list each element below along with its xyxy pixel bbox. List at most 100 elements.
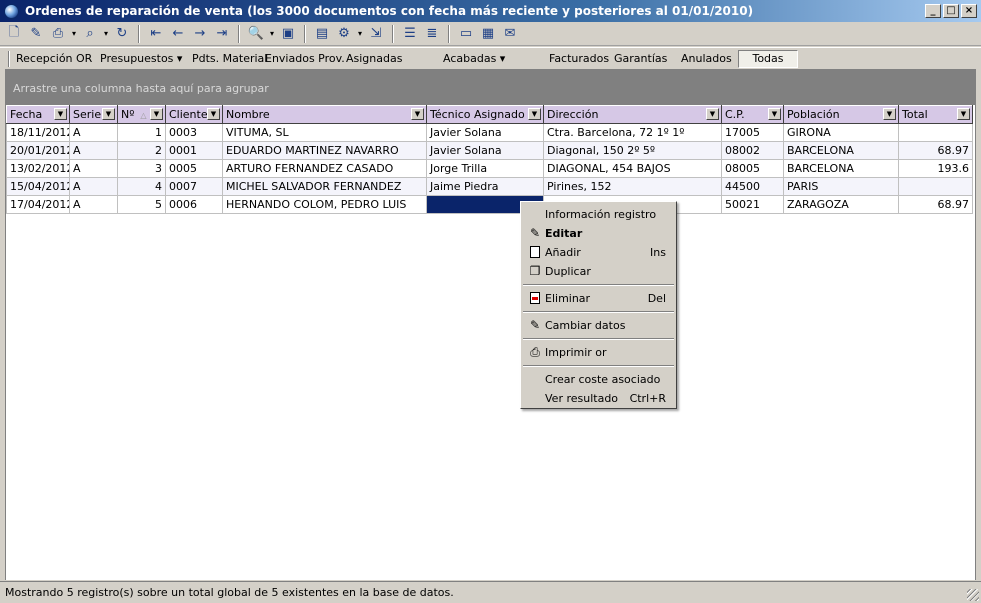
filter-garantias[interactable]: Garantías <box>614 51 667 67</box>
edit-icon[interactable]: ✎ <box>26 24 46 44</box>
cell-nombre[interactable]: MICHEL SALVADOR FERNANDEZ <box>222 177 427 196</box>
cell-cliente[interactable]: 0007 <box>165 177 223 196</box>
cell-poblacion[interactable]: BARCELONA <box>783 159 899 178</box>
menu-item-informacion-registro[interactable]: Información registro <box>523 205 674 224</box>
window-icon[interactable]: ▭ <box>456 24 476 44</box>
table-row[interactable]: 18/11/2012 A 1 0003 VITUMA, SL Javier So… <box>6 123 973 142</box>
filter-dropdown-icon[interactable]: ▼ <box>706 108 719 120</box>
cell-direccion[interactable]: Ctra. Barcelona, 72 1º 1º <box>543 123 722 142</box>
new-document-icon[interactable]: 🗋 <box>4 24 24 44</box>
cell-tecnico[interactable]: Javier Solana <box>426 141 544 160</box>
cell-cp[interactable]: 50021 <box>721 195 784 214</box>
column-header-nombre[interactable]: Nombre ▼ <box>222 105 427 124</box>
filter-anulados[interactable]: Anulados <box>681 51 732 67</box>
cell-total[interactable]: 68.97 <box>898 141 973 160</box>
close-button[interactable]: × <box>961 4 977 18</box>
cell-direccion[interactable]: Pirines, 152 <box>543 177 722 196</box>
cell-poblacion[interactable]: BARCELONA <box>783 141 899 160</box>
filter-pdts-material[interactable]: Pdts. Material <box>192 51 267 67</box>
cell-numero[interactable]: 3 <box>117 159 166 178</box>
menu-item-cambiar-datos[interactable]: ✎ Cambiar datos <box>523 316 674 335</box>
cell-poblacion[interactable]: GIRONA <box>783 123 899 142</box>
filter-dropdown-icon[interactable]: ▼ <box>207 108 220 120</box>
filter-recepcion-or[interactable]: Recepción OR <box>16 51 92 67</box>
filter-dropdown-icon[interactable]: ▼ <box>768 108 781 120</box>
cell-poblacion[interactable]: ZARAGOZA <box>783 195 899 214</box>
cell-tecnico[interactable]: Jorge Trilla <box>426 159 544 178</box>
filter-acabadas[interactable]: Acabadas ▾ <box>443 51 505 67</box>
menu-item-imprimir-or[interactable]: ⎙ Imprimir or <box>523 343 674 362</box>
cell-cp[interactable]: 08002 <box>721 141 784 160</box>
table-row[interactable]: 17/04/2012 A 5 0006 HERNANDO COLOM, PEDR… <box>6 195 973 214</box>
cell-cliente[interactable]: 0001 <box>165 141 223 160</box>
export-icon[interactable]: ▣ <box>278 24 298 44</box>
cell-fecha[interactable]: 17/04/2012 <box>6 195 70 214</box>
first-record-icon[interactable]: ⇤ <box>146 24 166 44</box>
column-header-cp[interactable]: C.P. ▼ <box>721 105 784 124</box>
cell-serie[interactable]: A <box>69 195 118 214</box>
group-by-panel[interactable]: Arrastre una columna hasta aquí para agr… <box>5 69 976 105</box>
cell-cp[interactable]: 44500 <box>721 177 784 196</box>
cell-nombre[interactable]: ARTURO FERNANDEZ CASADO <box>222 159 427 178</box>
column-header-serie[interactable]: Serie ▼ <box>69 105 118 124</box>
refresh-icon[interactable]: ↻ <box>112 24 132 44</box>
cell-total[interactable]: 68.97 <box>898 195 973 214</box>
cell-nombre[interactable]: HERNANDO COLOM, PEDRO LUIS <box>222 195 427 214</box>
table-row[interactable]: 13/02/2012 A 3 0005 ARTURO FERNANDEZ CAS… <box>6 159 973 178</box>
filter-dropdown-icon[interactable]: ▼ <box>54 108 67 120</box>
menu-item-ver-resultado[interactable]: Ver resultado Ctrl+R <box>523 389 674 408</box>
cell-total[interactable] <box>898 123 973 142</box>
cell-serie[interactable]: A <box>69 141 118 160</box>
filter-todas[interactable]: Todas <box>738 50 798 68</box>
cell-cliente[interactable]: 0006 <box>165 195 223 214</box>
help-icon[interactable]: ✉ <box>500 24 520 44</box>
menu-item-anadir[interactable]: Añadir Ins <box>523 243 674 262</box>
cell-nombre[interactable]: VITUMA, SL <box>222 123 427 142</box>
column-header-total[interactable]: Total ▼ <box>898 105 973 124</box>
grid-icon[interactable]: ▦ <box>478 24 498 44</box>
details-icon[interactable]: ≣ <box>422 24 442 44</box>
filter-asignadas[interactable]: Asignadas <box>346 51 402 67</box>
cell-serie[interactable]: A <box>69 123 118 142</box>
list-icon[interactable]: ☰ <box>400 24 420 44</box>
cell-fecha[interactable]: 13/02/2012 <box>6 159 70 178</box>
filter-dropdown-icon[interactable]: ▼ <box>102 108 115 120</box>
filter-dropdown-icon[interactable]: ▼ <box>150 108 163 120</box>
cell-tecnico[interactable]: Jaime Piedra <box>426 177 544 196</box>
cell-cliente[interactable]: 0003 <box>165 123 223 142</box>
minimize-button[interactable]: _ <box>925 4 941 18</box>
filter-dropdown-icon[interactable]: ▼ <box>411 108 424 120</box>
cell-numero[interactable]: 2 <box>117 141 166 160</box>
print-icon[interactable]: ⎙ <box>48 24 68 44</box>
maximize-button[interactable]: □ <box>943 4 959 18</box>
column-header-direccion[interactable]: Dirección ▼ <box>543 105 722 124</box>
filter-dropdown-icon[interactable]: ▼ <box>883 108 896 120</box>
menu-item-duplicar[interactable]: ❐ Duplicar <box>523 262 674 281</box>
find-icon[interactable]: ⌕ <box>80 24 100 44</box>
preview-dropdown-icon[interactable]: ▾ <box>268 29 276 38</box>
last-record-icon[interactable]: ⇥ <box>212 24 232 44</box>
cell-fecha[interactable]: 18/11/2012 <box>6 123 70 142</box>
filter-presupuestos[interactable]: Presupuestos ▾ <box>100 51 182 67</box>
tools-dropdown-icon[interactable]: ▾ <box>356 29 364 38</box>
column-header-numero[interactable]: Nº △ ▼ <box>117 105 166 124</box>
filter-bar-grip[interactable] <box>8 51 10 67</box>
cell-poblacion[interactable]: PARIS <box>783 177 899 196</box>
next-record-icon[interactable]: → <box>190 24 210 44</box>
table-row[interactable]: 15/04/2012 A 4 0007 MICHEL SALVADOR FERN… <box>6 177 973 196</box>
cell-cp[interactable]: 08005 <box>721 159 784 178</box>
cell-serie[interactable]: A <box>69 177 118 196</box>
cell-cp[interactable]: 17005 <box>721 123 784 142</box>
cell-direccion[interactable]: DIAGONAL, 454 BAJOS <box>543 159 722 178</box>
menu-item-crear-coste-asociado[interactable]: Crear coste asociado <box>523 370 674 389</box>
cell-serie[interactable]: A <box>69 159 118 178</box>
tools-icon[interactable]: ⚙ <box>334 24 354 44</box>
resize-grip-icon[interactable] <box>967 589 979 601</box>
column-header-poblacion[interactable]: Población ▼ <box>783 105 899 124</box>
menu-item-editar[interactable]: ✎ Editar <box>523 224 674 243</box>
cell-total[interactable]: 193.6 <box>898 159 973 178</box>
previous-record-icon[interactable]: ← <box>168 24 188 44</box>
cell-numero[interactable]: 4 <box>117 177 166 196</box>
filter-dropdown-icon[interactable]: ▼ <box>528 108 541 120</box>
cell-fecha[interactable]: 20/01/2012 <box>6 141 70 160</box>
